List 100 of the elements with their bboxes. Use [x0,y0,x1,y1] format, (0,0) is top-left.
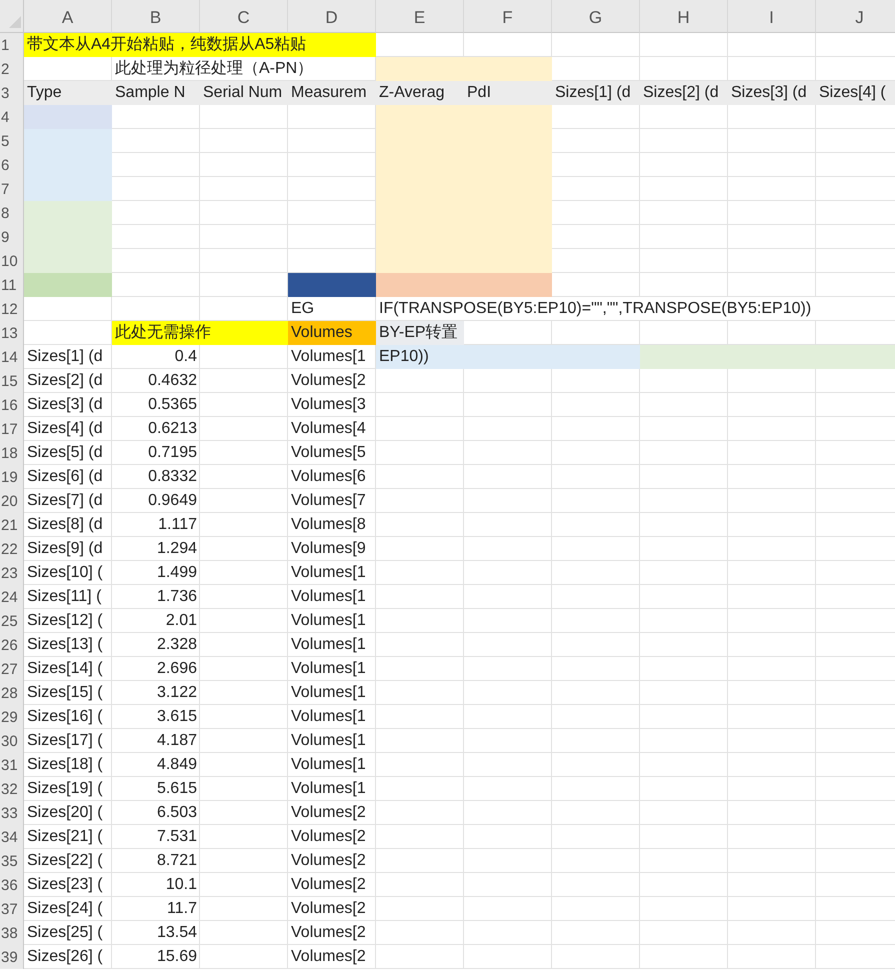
table-cell[interactable]: Sizes[8] (d [24,513,112,537]
table-cell[interactable]: Sizes[2] (d [24,369,112,393]
table-cell[interactable] [376,777,464,801]
table-cell[interactable]: 5.615 [112,777,200,801]
table-cell[interactable] [552,609,640,633]
table-cell[interactable] [552,897,640,921]
table-cell[interactable] [640,273,728,297]
table-cell[interactable] [728,777,816,801]
table-cell[interactable] [200,153,288,177]
table-cell[interactable] [552,105,640,129]
table-cell[interactable] [552,585,640,609]
table-cell[interactable] [728,417,816,441]
table-cell[interactable]: Sizes[4] ( [816,81,895,105]
table-cell[interactable] [640,681,728,705]
table-cell[interactable] [200,561,288,585]
row-header[interactable]: 37 [0,897,24,921]
table-cell[interactable] [728,513,816,537]
table-cell[interactable] [552,945,640,969]
row-header[interactable]: 17 [0,417,24,441]
table-cell[interactable] [640,513,728,537]
row-header[interactable]: 3 [0,81,24,105]
table-cell[interactable]: Volumes[1 [288,585,376,609]
table-cell[interactable]: 7.531 [112,825,200,849]
table-cell[interactable] [200,249,288,273]
table-cell[interactable] [640,345,728,369]
table-cell[interactable] [112,153,200,177]
table-cell[interactable] [552,753,640,777]
table-cell[interactable] [24,273,112,297]
table-cell[interactable] [552,441,640,465]
table-cell[interactable] [376,897,464,921]
table-cell[interactable] [200,609,288,633]
table-cell[interactable] [200,105,288,129]
table-cell[interactable] [464,681,552,705]
table-cell[interactable]: 1.294 [112,537,200,561]
table-cell[interactable]: 0.4632 [112,369,200,393]
table-cell[interactable] [728,177,816,201]
table-cell[interactable] [552,561,640,585]
table-cell[interactable] [640,705,728,729]
table-cell[interactable] [464,369,552,393]
row-header[interactable]: 35 [0,849,24,873]
table-cell[interactable] [464,417,552,441]
table-cell[interactable] [464,465,552,489]
table-cell[interactable]: Sizes[17] ( [24,729,112,753]
row-header[interactable]: 22 [0,537,24,561]
table-cell[interactable] [640,201,728,225]
table-cell[interactable]: 4.849 [112,753,200,777]
table-cell[interactable]: 此处无需操作 [112,321,288,345]
table-cell[interactable] [728,561,816,585]
row-header[interactable]: 34 [0,825,24,849]
table-cell[interactable] [464,393,552,417]
table-cell[interactable] [24,177,112,201]
table-cell[interactable] [728,729,816,753]
table-cell[interactable] [640,849,728,873]
table-cell[interactable] [200,777,288,801]
table-cell[interactable] [728,33,816,57]
table-cell[interactable] [200,729,288,753]
column-header[interactable]: H [640,0,728,33]
table-cell[interactable] [464,945,552,969]
table-cell[interactable]: Sizes[16] ( [24,705,112,729]
table-cell[interactable] [640,945,728,969]
table-cell[interactable] [112,177,200,201]
table-cell[interactable]: Volumes[1 [288,705,376,729]
table-cell[interactable] [552,129,640,153]
table-cell[interactable] [640,897,728,921]
table-cell[interactable] [552,369,640,393]
table-cell[interactable] [552,177,640,201]
table-cell[interactable] [24,297,112,321]
table-cell[interactable]: 2.328 [112,633,200,657]
table-cell[interactable]: Volumes[2 [288,921,376,945]
table-cell[interactable] [200,657,288,681]
row-header[interactable]: 1 [0,33,24,57]
table-cell[interactable]: Volumes[7 [288,489,376,513]
table-cell[interactable] [552,201,640,225]
table-cell[interactable] [552,633,640,657]
table-cell[interactable] [552,33,640,57]
table-cell[interactable]: Sizes[7] (d [24,489,112,513]
table-cell[interactable] [464,609,552,633]
table-cell[interactable] [464,633,552,657]
table-cell[interactable] [112,201,200,225]
row-header[interactable]: 8 [0,201,24,225]
row-header[interactable]: 36 [0,873,24,897]
column-header[interactable]: F [464,0,552,33]
table-cell[interactable]: Volumes[8 [288,513,376,537]
table-cell[interactable] [376,921,464,945]
table-cell[interactable]: Type [24,81,112,105]
table-cell[interactable]: Volumes[2 [288,825,376,849]
table-cell[interactable] [200,177,288,201]
table-cell[interactable] [728,225,816,249]
table-cell[interactable]: 1.736 [112,585,200,609]
table-cell[interactable] [640,585,728,609]
table-cell[interactable]: 0.9649 [112,489,200,513]
row-header[interactable]: 25 [0,609,24,633]
table-cell[interactable]: 3.122 [112,681,200,705]
table-cell[interactable] [816,345,895,369]
table-cell[interactable]: Volumes[1 [288,777,376,801]
table-cell[interactable] [464,513,552,537]
table-cell[interactable] [464,777,552,801]
table-cell[interactable] [552,417,640,441]
row-header[interactable]: 6 [0,153,24,177]
table-cell[interactable] [376,441,464,465]
